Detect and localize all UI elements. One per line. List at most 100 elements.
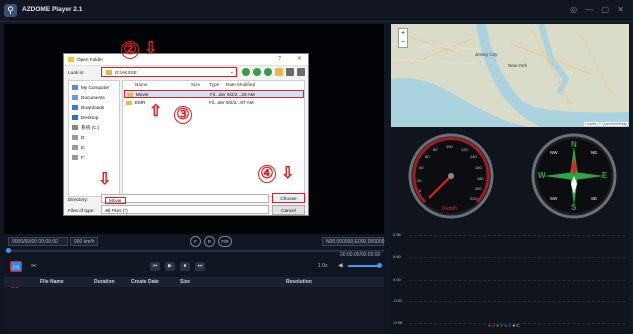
map-drawing (391, 24, 629, 127)
view-front-rear-button[interactable]: F/R (218, 236, 232, 247)
view-rear-button[interactable]: R (204, 236, 215, 247)
window-controls[interactable]: ◎ — ▢ ✕ (570, 5, 627, 14)
left-nav-pane: My Computer Documents Downloads Desktop … (68, 80, 120, 197)
list-view-icon[interactable] (286, 68, 294, 76)
header-resolution: Resolution (286, 279, 312, 285)
step-2-arrow-icon: ⇩ (144, 40, 158, 57)
tick-label-160: 160 (475, 165, 482, 170)
nav-downloads[interactable]: Downloads (72, 103, 122, 112)
volume-handle[interactable] (377, 263, 382, 268)
graph-legend: ● X ● Y ● Z ● C (488, 323, 520, 328)
directory-value: Movie (105, 196, 126, 204)
grid-line (409, 257, 625, 258)
app-title: AZDOME Player 2.1 (22, 6, 83, 13)
tick-label-220: 220 (470, 196, 477, 201)
compass-label-e: E (602, 171, 608, 180)
compass-label-s: S (571, 203, 577, 212)
step-4-callout: ④ (258, 165, 276, 183)
progress-track[interactable] (8, 250, 384, 252)
progress-handle[interactable] (6, 248, 11, 253)
stop-button[interactable]: ⏹ (180, 262, 190, 271)
file-table-header: File Name Duration Create Date Size Reso… (4, 277, 384, 287)
back-icon[interactable] (242, 68, 250, 76)
close-icon[interactable]: ✕ (297, 56, 302, 62)
column-date-modified[interactable]: Date Modified (226, 82, 255, 87)
previous-button[interactable]: ⏮ (150, 262, 160, 271)
map-attribution[interactable]: Leaflet | © OpenStreetMap (584, 122, 628, 126)
coordinates-display: N00.000000,E000.000000 (322, 237, 384, 246)
forward-icon[interactable] (253, 68, 261, 76)
cancel-button[interactable]: Cancel (272, 205, 305, 215)
map-label-jersey-city: Jersey City (475, 52, 498, 57)
column-size[interactable]: Size (191, 82, 200, 87)
next-button[interactable]: ⏭ (195, 262, 205, 271)
play-button[interactable]: ▶ (165, 262, 175, 271)
tick-label-180: 180 (477, 176, 484, 181)
y-label-0: 0.96 (393, 232, 401, 237)
file-row-movie[interactable]: Movie Fil...der 9/2/2...29 AM (124, 90, 304, 98)
zoom-control[interactable]: + − (398, 28, 408, 48)
legend-z: ● Z (504, 323, 512, 328)
look-in-value: G:\AKSSE (115, 70, 137, 75)
nav-documents[interactable]: Documents (72, 93, 122, 102)
scissors-icon[interactable]: ✂ (31, 262, 37, 270)
volume-slider[interactable] (348, 265, 380, 267)
legend-y: ● Y (496, 323, 504, 328)
nav-drive-e[interactable]: E: (72, 143, 122, 152)
step-2-callout: ② (121, 41, 139, 59)
detail-view-icon[interactable] (297, 68, 305, 76)
speedometer-hub (448, 173, 454, 179)
up-folder-icon[interactable] (264, 68, 272, 76)
chevron-down-icon: ⌄ (229, 69, 234, 75)
volume-icon[interactable]: ◀ (338, 262, 343, 269)
tick-label-20: 20 (417, 178, 422, 183)
step-3-callout: ③ (174, 106, 192, 124)
app-logo-icon: ⚲ (4, 4, 17, 17)
gauges-panel: 0 km/h 0 20 40 60 80 100 120 140 160 180… (391, 128, 629, 224)
directory-input[interactable]: Movie (101, 194, 269, 204)
nav-drive-d[interactable]: D: (72, 133, 122, 142)
speed-readout: 0 km/h (442, 206, 458, 212)
legend-x: ● X (488, 323, 495, 328)
header-size: Size (180, 279, 191, 285)
file-type-select[interactable]: All Files (*) ⌄ (101, 205, 269, 214)
zoom-in-button[interactable]: + (399, 29, 407, 38)
open-folder-button[interactable]: ▭ (10, 261, 22, 272)
nav-drive-c[interactable]: 系统 (C:) (72, 123, 122, 132)
folder-icon (127, 93, 133, 97)
nav-drive-f[interactable]: F: (72, 153, 122, 162)
tick-label-200: 200 (475, 186, 482, 191)
step-3-arrow-icon: ⇧ (149, 103, 163, 120)
help-button[interactable]: ? (278, 56, 281, 62)
grid-line (409, 235, 625, 236)
new-folder-icon[interactable] (275, 68, 283, 76)
compass-label-w: W (538, 171, 546, 180)
folder-icon (126, 101, 132, 105)
choose-button[interactable]: Choose (272, 193, 305, 203)
tick-label-0: 0 (419, 188, 422, 193)
look-in-combo[interactable]: G:\AKSSE ⌄ (101, 67, 237, 77)
speed-rate[interactable]: 1.0x (318, 263, 327, 269)
nav-desktop[interactable]: Desktop (72, 113, 122, 122)
legend-c: ● C (512, 323, 520, 328)
file-list-pane: Name Size Type Date Modified Movie Fil..… (122, 80, 305, 197)
view-front-button[interactable]: F (190, 236, 201, 247)
grid-line (409, 280, 625, 281)
tick-label-40: 40 (419, 165, 424, 170)
grid-line (409, 301, 625, 302)
look-in-label: Look in: (68, 70, 85, 75)
y-label-1: 0.60 (393, 254, 401, 259)
speed-display: 000 km/h (70, 237, 98, 246)
directory-label: Directory: (68, 197, 89, 202)
tick-label-100: 100 (446, 144, 453, 149)
step-directory-arrow-icon: ⇩ (98, 171, 112, 188)
column-name[interactable]: Name (135, 82, 148, 87)
chevron-down-icon: ⌄ (105, 206, 109, 212)
column-type[interactable]: Type (209, 82, 219, 87)
nav-my-computer[interactable]: My Computer (72, 83, 122, 92)
tick-label-140: 140 (470, 154, 477, 159)
zoom-out-button[interactable]: − (399, 38, 407, 47)
open-folder-dialog: Open Folder ? ✕ Look in: G:\AKSSE ⌄ My C… (63, 53, 309, 216)
file-table-body (4, 288, 384, 334)
map-panel[interactable]: + − Jersey City New York Leaflet | © Ope… (391, 24, 629, 127)
